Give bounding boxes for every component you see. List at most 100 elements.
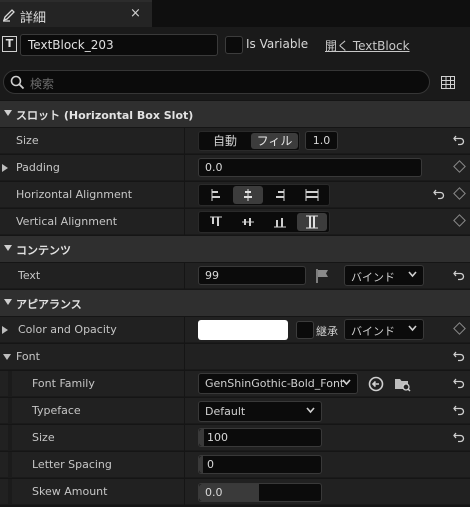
open-textblock-link[interactable]: 開く TextBlock xyxy=(325,37,410,54)
divider xyxy=(184,452,185,478)
skew-amount-value: 0.0 xyxy=(205,486,223,499)
color-and-opacity-label: Color and Opacity xyxy=(18,323,117,336)
chevron-down-icon xyxy=(408,325,417,332)
row-text: Text 99 バインド xyxy=(0,263,470,289)
indent-bar xyxy=(8,479,12,505)
valign-fill-icon xyxy=(306,215,318,229)
reset-to-default-icon[interactable] xyxy=(453,134,465,146)
vertical-alignment-segment xyxy=(198,211,330,233)
letter-spacing-value: 0 xyxy=(207,458,214,471)
text-widget-icon: T xyxy=(2,36,17,52)
font-size-label: Size xyxy=(32,431,55,444)
divider xyxy=(184,344,185,370)
close-icon[interactable]: × xyxy=(130,6,141,21)
browse-folder-icon[interactable] xyxy=(394,376,411,392)
row-skew-amount: Skew Amount 0.0 xyxy=(0,479,470,505)
use-selected-asset-icon[interactable] xyxy=(368,376,384,392)
font-size-value: 100 xyxy=(207,431,228,444)
divider xyxy=(184,479,185,505)
valign-center-button[interactable] xyxy=(233,213,263,231)
keyframe-diamond-icon[interactable] xyxy=(453,322,466,335)
valign-fill-button[interactable] xyxy=(297,213,327,231)
row-color-and-opacity: Color and Opacity 継承 バインド xyxy=(0,317,470,343)
valign-bottom-button[interactable] xyxy=(265,213,295,231)
is-variable-checkbox[interactable] xyxy=(225,36,243,54)
category-content[interactable]: コンテンツ xyxy=(0,236,470,262)
padding-input[interactable]: 0.0 xyxy=(198,158,422,177)
horizontal-alignment-label: Horizontal Alignment xyxy=(16,188,133,201)
indent-bar xyxy=(8,398,12,424)
text-bind-dropdown[interactable]: バインド xyxy=(344,265,424,286)
row-horizontal-alignment: Horizontal Alignment xyxy=(0,182,470,208)
bind-label: バインド xyxy=(351,325,395,338)
localization-flag-icon[interactable] xyxy=(316,269,329,283)
search-input[interactable]: 検索 xyxy=(3,70,430,94)
size-fill-value-input[interactable]: 1.0 xyxy=(305,131,338,150)
category-slot[interactable]: スロット (Horizontal Box Slot) xyxy=(0,101,470,127)
widget-name-input[interactable]: TextBlock_203 xyxy=(20,34,218,56)
reset-to-default-icon[interactable] xyxy=(453,431,465,443)
row-letter-spacing: Letter Spacing 0 xyxy=(0,452,470,478)
font-size-input[interactable]: 100 xyxy=(198,428,322,447)
reset-to-default-icon[interactable] xyxy=(433,188,445,200)
reset-to-default-icon[interactable] xyxy=(453,404,465,416)
divider xyxy=(184,398,185,424)
reset-to-default-icon[interactable] xyxy=(453,269,465,281)
collapse-arrow-icon xyxy=(4,110,12,116)
divider xyxy=(184,425,185,451)
keyframe-diamond-icon[interactable] xyxy=(453,214,466,227)
collapse-arrow-icon xyxy=(4,245,12,251)
keyframe-diamond-icon[interactable] xyxy=(453,187,466,200)
skew-amount-label: Skew Amount xyxy=(32,485,108,498)
align-left-button[interactable] xyxy=(201,186,231,204)
divider xyxy=(184,371,185,397)
size-fill-button[interactable]: フィル xyxy=(251,133,298,149)
typeface-label: Typeface xyxy=(32,404,81,417)
collapse-arrow-icon[interactable] xyxy=(3,354,11,360)
skew-amount-input[interactable]: 0.0 xyxy=(198,483,322,502)
indent-bar xyxy=(8,452,12,478)
expand-arrow-icon[interactable] xyxy=(2,326,8,334)
slider-fill xyxy=(199,429,204,446)
align-fill-icon xyxy=(305,189,319,201)
row-typeface: Typeface Default xyxy=(0,398,470,424)
size-auto-button[interactable]: 自動 xyxy=(201,133,249,149)
bind-label: バインド xyxy=(351,271,395,284)
row-size: Size 自動 フィル 1.0 xyxy=(0,128,470,154)
chevron-down-icon xyxy=(408,271,417,278)
font-label: Font xyxy=(16,350,40,363)
divider xyxy=(184,263,185,289)
chevron-down-icon xyxy=(306,407,315,414)
align-right-button[interactable] xyxy=(265,186,295,204)
horizontal-alignment-segment xyxy=(198,184,330,206)
tab-details[interactable]: 詳細 × xyxy=(0,0,152,27)
expand-arrow-icon[interactable] xyxy=(2,164,8,172)
row-padding: Padding 0.0 xyxy=(0,155,470,181)
reset-to-default-icon[interactable] xyxy=(453,350,465,362)
align-center-button[interactable] xyxy=(233,186,263,204)
reset-to-default-icon[interactable] xyxy=(453,377,465,389)
align-fill-button[interactable] xyxy=(297,186,327,204)
category-appearance[interactable]: アピアランス xyxy=(0,290,470,316)
pencil-icon xyxy=(2,9,15,22)
color-swatch[interactable] xyxy=(198,320,288,340)
text-value-input[interactable]: 99 xyxy=(198,266,306,285)
divider xyxy=(184,182,185,208)
widget-header: T TextBlock_203 Is Variable 開く TextBlock xyxy=(0,27,470,64)
letter-spacing-input[interactable]: 0 xyxy=(198,455,322,474)
padding-label: Padding xyxy=(16,161,60,174)
table-view-icon[interactable] xyxy=(441,76,455,89)
typeface-value: Default xyxy=(205,405,246,418)
inherit-checkbox[interactable] xyxy=(296,321,314,339)
keyframe-diamond-icon[interactable] xyxy=(453,160,466,173)
row-vertical-alignment: Vertical Alignment xyxy=(0,209,470,235)
category-label: アピアランス xyxy=(16,298,82,311)
row-font-size: Size 100 xyxy=(0,425,470,451)
color-bind-dropdown[interactable]: バインド xyxy=(344,319,424,340)
typeface-dropdown[interactable]: Default xyxy=(198,401,322,422)
valign-top-button[interactable] xyxy=(201,213,231,231)
text-label: Text xyxy=(18,269,41,282)
is-variable-label: Is Variable xyxy=(246,37,309,51)
font-family-dropdown[interactable]: GenShinGothic-Bold_Font xyxy=(198,373,358,394)
tab-bar: 詳細 × xyxy=(0,0,470,27)
